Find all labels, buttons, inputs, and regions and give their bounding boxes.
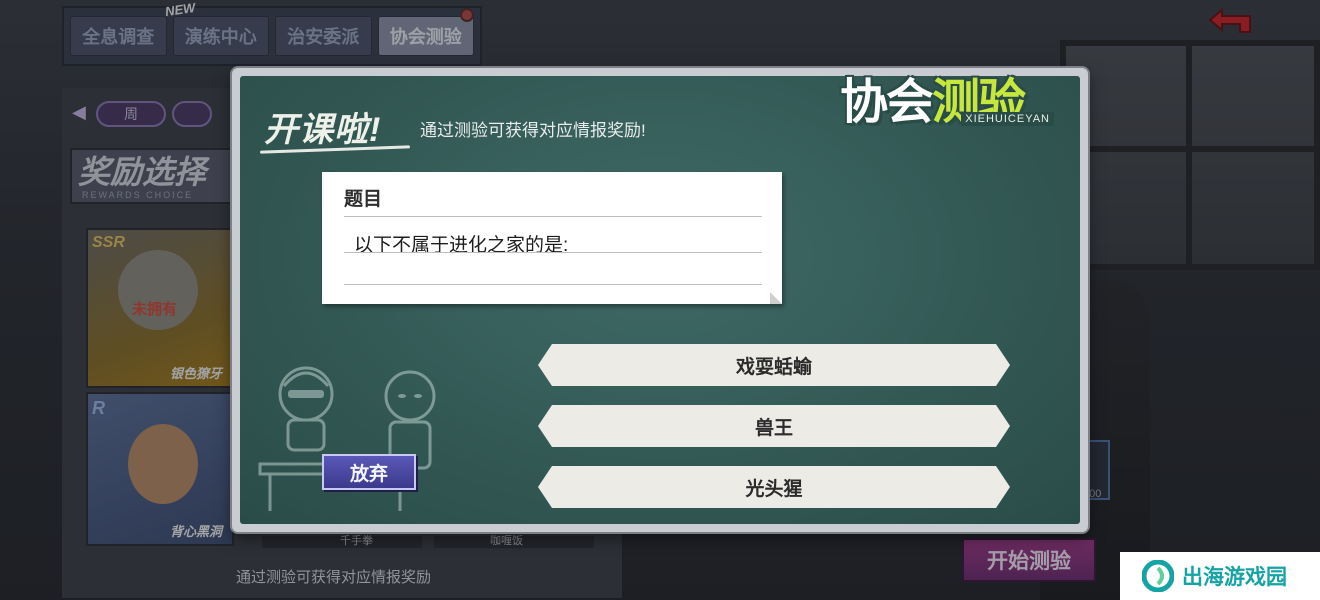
answer-option-3[interactable]: 光头猩 (538, 466, 1010, 508)
modal-heading: 开课啦! (264, 111, 382, 149)
chalk-characters-illustration (258, 366, 436, 511)
question-label: 题目 (344, 189, 383, 210)
association-quiz-logo: 协会测验 XIEHUICEYAN (840, 62, 1072, 138)
give-up-button[interactable]: 放弃 (322, 454, 416, 490)
paper-fold (770, 292, 782, 304)
paper-divider (344, 252, 762, 253)
brand-text: 出海游戏园 (1182, 566, 1287, 589)
answer-option-2[interactable]: 兽王 (538, 405, 1010, 447)
logo-pinyin: XIEHUICEYAN (961, 112, 1054, 126)
quiz-modal: 开课啦! 通过测验可获得对应情报奖励! 协会测验 XIEHUICEYAN 题目 … (232, 68, 1088, 532)
paper-divider (344, 284, 762, 285)
brand-logo-icon (1142, 560, 1174, 592)
answer-option-1[interactable]: 戏耍蛞蝓 (538, 344, 1010, 386)
modal-subtitle: 通过测验可获得对应情报奖励! (420, 121, 646, 140)
chalkboard: 开课啦! 通过测验可获得对应情报奖励! 协会测验 XIEHUICEYAN 题目 … (240, 76, 1080, 524)
paper-divider (344, 216, 762, 217)
question-card: 题目 以下不属于进化之家的是: (322, 172, 782, 304)
site-brand: 出海游戏园 (1120, 552, 1320, 600)
